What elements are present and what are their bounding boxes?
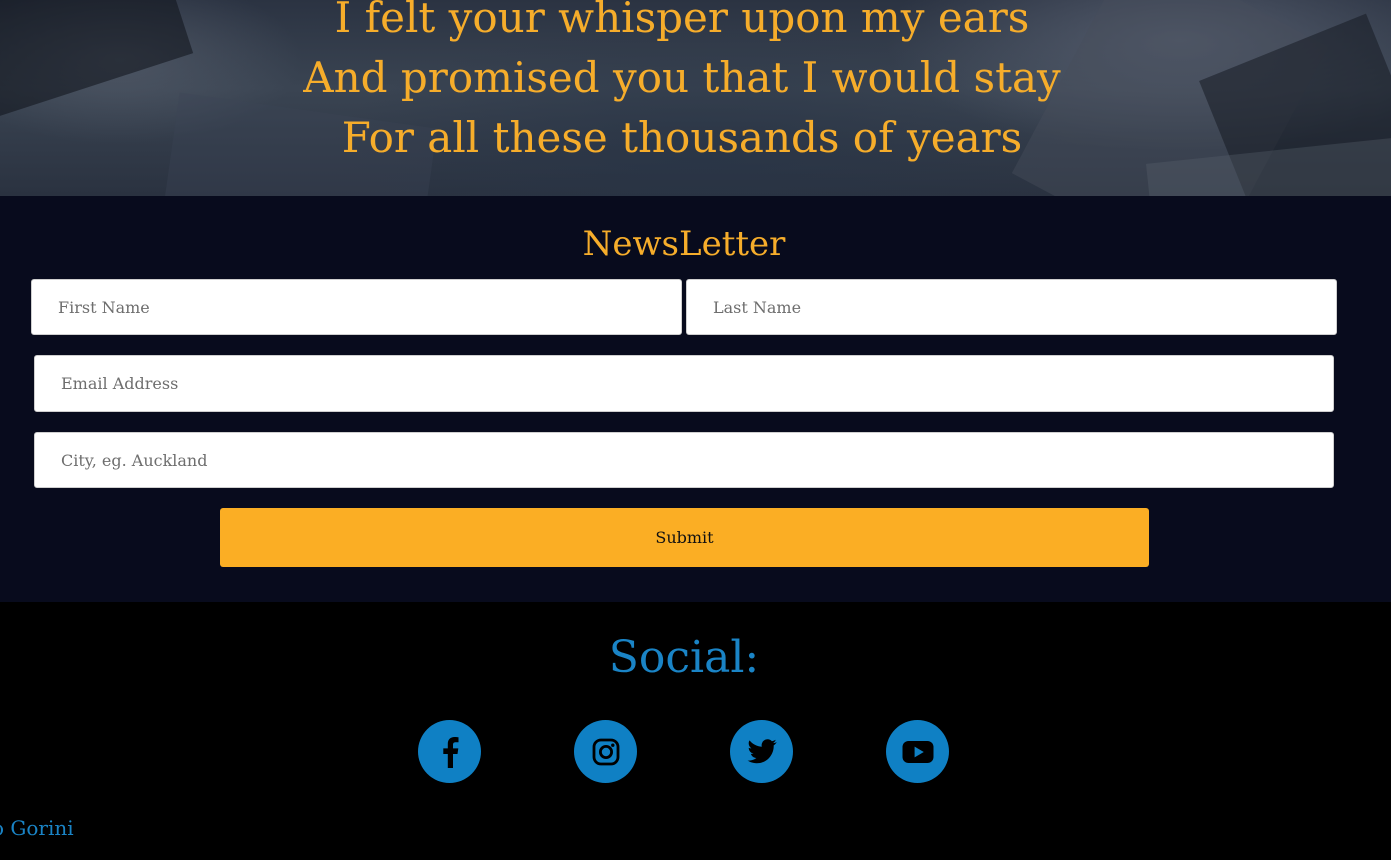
submit-button[interactable]: Submit bbox=[220, 508, 1149, 567]
poem-line: And promised you that I would stay bbox=[303, 53, 1061, 102]
city-field[interactable] bbox=[34, 432, 1334, 488]
instagram-icon bbox=[592, 738, 619, 765]
email-field[interactable] bbox=[34, 355, 1334, 412]
hero-banner: I felt your whisper upon my ears And pro… bbox=[0, 0, 1391, 196]
facebook-icon bbox=[442, 736, 458, 768]
poem-line: I felt your whisper upon my ears bbox=[334, 0, 1030, 42]
twitter-button[interactable] bbox=[730, 720, 793, 783]
newsletter-section: NewsLetter Submit bbox=[0, 196, 1391, 602]
last-name-field[interactable] bbox=[686, 279, 1337, 335]
first-name-field[interactable] bbox=[31, 279, 682, 335]
twitter-icon bbox=[747, 738, 777, 763]
youtube-button[interactable] bbox=[886, 720, 949, 783]
poem-line: For all these thousands of years bbox=[341, 113, 1023, 162]
poem-text: I felt your whisper upon my ears And pro… bbox=[0, 0, 1364, 168]
facebook-button[interactable] bbox=[418, 720, 481, 783]
newsletter-title: NewsLetter bbox=[582, 224, 786, 264]
footer-credit: o Gorini bbox=[0, 816, 74, 840]
youtube-icon bbox=[902, 740, 933, 763]
social-title: Social: bbox=[608, 632, 760, 683]
social-section: Social: o Gorini bbox=[0, 602, 1391, 860]
instagram-button[interactable] bbox=[574, 720, 637, 783]
